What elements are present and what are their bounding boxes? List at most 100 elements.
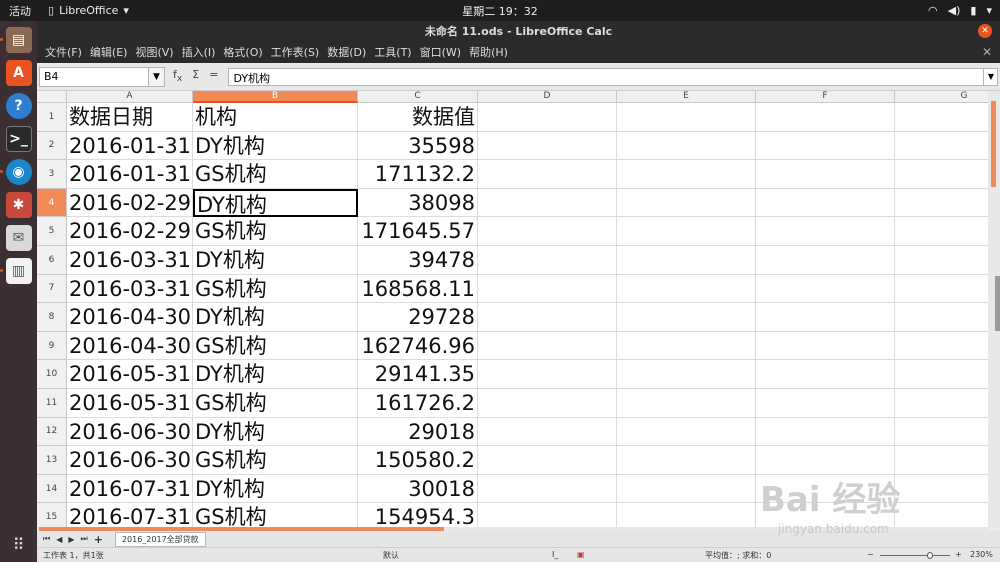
- column-header-f[interactable]: F: [756, 91, 895, 103]
- files-icon[interactable]: ▤: [0, 27, 32, 53]
- cell-c1[interactable]: 数据值: [358, 103, 478, 132]
- cell-f7[interactable]: [756, 274, 895, 304]
- expand-formula-icon[interactable]: ▼: [984, 67, 999, 86]
- cell-d4[interactable]: [478, 188, 617, 218]
- cell-c4[interactable]: 38098: [358, 188, 478, 218]
- first-sheet-icon[interactable]: ⏮: [43, 534, 50, 544]
- cell-b1[interactable]: 机构: [193, 103, 358, 132]
- cell-b14[interactable]: DY机构: [193, 474, 358, 504]
- cell-d5[interactable]: [478, 217, 617, 246]
- column-header-c[interactable]: C: [358, 91, 478, 103]
- cell-e9[interactable]: [617, 331, 756, 361]
- cell-g1[interactable]: [895, 103, 988, 132]
- name-box-dropdown-icon[interactable]: ▼: [149, 66, 165, 87]
- cell-c6[interactable]: 39478: [358, 246, 478, 275]
- cell-a10[interactable]: 2016-05-31: [67, 360, 193, 389]
- cell-d9[interactable]: [478, 331, 617, 361]
- sheet-tab[interactable]: 2016_2017全部贷款: [114, 531, 206, 547]
- cell-g5[interactable]: [895, 217, 988, 246]
- cell-c12[interactable]: 29018: [358, 417, 478, 447]
- row-header[interactable]: 14: [37, 474, 67, 504]
- cell-b12[interactable]: DY机构: [193, 417, 358, 447]
- menu-data[interactable]: 数据(D): [323, 44, 370, 60]
- cell-d2[interactable]: [478, 131, 617, 161]
- row-header[interactable]: 11: [37, 389, 67, 418]
- cell-b7[interactable]: GS机构: [193, 274, 358, 304]
- insert-mode-icon[interactable]: I_: [552, 550, 558, 559]
- cell-d8[interactable]: [478, 303, 617, 332]
- cell-a15[interactable]: 2016-07-31: [67, 503, 193, 527]
- cell-c11[interactable]: 161726.2: [358, 389, 478, 418]
- row-header[interactable]: 10: [37, 360, 67, 389]
- cell-e8[interactable]: [617, 303, 756, 332]
- cell-a14[interactable]: 2016-07-31: [67, 474, 193, 504]
- cell-f11[interactable]: [756, 389, 895, 418]
- menu-file[interactable]: 文件(F): [41, 44, 86, 60]
- cell-e12[interactable]: [617, 417, 756, 447]
- row-header[interactable]: 1: [37, 103, 67, 132]
- row-header[interactable]: 15: [37, 503, 67, 527]
- cell-f1[interactable]: [756, 103, 895, 132]
- function-wizard-icon[interactable]: fx: [173, 68, 182, 84]
- cell-b10[interactable]: DY机构: [193, 360, 358, 389]
- name-box[interactable]: B4: [39, 66, 149, 87]
- cell-e10[interactable]: [617, 360, 756, 389]
- page-style[interactable]: 默认: [383, 550, 399, 561]
- formula-icon[interactable]: =: [209, 68, 218, 84]
- cell-c10[interactable]: 29141.35: [358, 360, 478, 389]
- cell-b13[interactable]: GS机构: [193, 446, 358, 475]
- cell-e1[interactable]: [617, 103, 756, 132]
- zoom-slider[interactable]: [880, 555, 950, 556]
- row-header[interactable]: 4: [37, 188, 67, 218]
- row-header[interactable]: 8: [37, 303, 67, 332]
- row-header[interactable]: 5: [37, 217, 67, 246]
- cell-b6[interactable]: DY机构: [193, 246, 358, 275]
- cell-f2[interactable]: [756, 131, 895, 161]
- cell-c7[interactable]: 168568.11: [358, 274, 478, 304]
- cell-c2[interactable]: 35598: [358, 131, 478, 161]
- cell-a12[interactable]: 2016-06-30: [67, 417, 193, 447]
- row-header[interactable]: 7: [37, 274, 67, 304]
- menu-help[interactable]: 帮助(H): [465, 44, 512, 60]
- cell-d14[interactable]: [478, 474, 617, 504]
- cell-f10[interactable]: [756, 360, 895, 389]
- cell-g3[interactable]: [895, 160, 988, 189]
- zoom-slider-knob[interactable]: [927, 552, 933, 559]
- clock[interactable]: 星期二 19：32: [462, 3, 538, 19]
- cell-f12[interactable]: [756, 417, 895, 447]
- cell-a6[interactable]: 2016-03-31: [67, 246, 193, 275]
- column-header-g[interactable]: G: [895, 91, 988, 103]
- zoom-level[interactable]: 230%: [970, 550, 993, 559]
- cell-d1[interactable]: [478, 103, 617, 132]
- cell-b9[interactable]: GS机构: [193, 331, 358, 361]
- next-sheet-icon[interactable]: ▶: [68, 535, 74, 544]
- cell-a1[interactable]: 数据日期: [67, 103, 193, 132]
- cell-g6[interactable]: [895, 246, 988, 275]
- cell-g12[interactable]: [895, 418, 988, 447]
- cell-c14[interactable]: 30018: [358, 474, 478, 504]
- cell-g10[interactable]: [895, 360, 988, 389]
- cell-c13[interactable]: 150580.2: [358, 446, 478, 475]
- cell-e2[interactable]: [617, 131, 756, 161]
- sum-icon[interactable]: Σ: [192, 68, 199, 84]
- cell-g11[interactable]: [895, 389, 988, 418]
- cell-g4[interactable]: [895, 189, 988, 218]
- cell-d3[interactable]: [478, 160, 617, 189]
- system-tray[interactable]: ◠ ◀) ▮ ▾: [928, 4, 992, 17]
- cell-f4[interactable]: [756, 188, 895, 218]
- split-handle[interactable]: [995, 276, 1000, 331]
- cell-a9[interactable]: 2016-04-30: [67, 331, 193, 361]
- cell-e11[interactable]: [617, 389, 756, 418]
- cell-d10[interactable]: [478, 360, 617, 389]
- cell-a3[interactable]: 2016-01-31: [67, 160, 193, 189]
- chromium-icon[interactable]: ◉: [0, 159, 32, 185]
- sheet-info[interactable]: 工作表 1，共1张: [43, 550, 104, 561]
- menu-insert[interactable]: 插入(I): [178, 44, 220, 60]
- formula-input[interactable]: DY机构: [228, 67, 985, 86]
- cell-g8[interactable]: [895, 303, 988, 332]
- cell-g2[interactable]: [895, 132, 988, 161]
- cell-a8[interactable]: 2016-04-30: [67, 303, 193, 332]
- column-header-e[interactable]: E: [617, 91, 756, 103]
- menu-view[interactable]: 视图(V): [131, 44, 177, 60]
- cell-a2[interactable]: 2016-01-31: [67, 131, 193, 161]
